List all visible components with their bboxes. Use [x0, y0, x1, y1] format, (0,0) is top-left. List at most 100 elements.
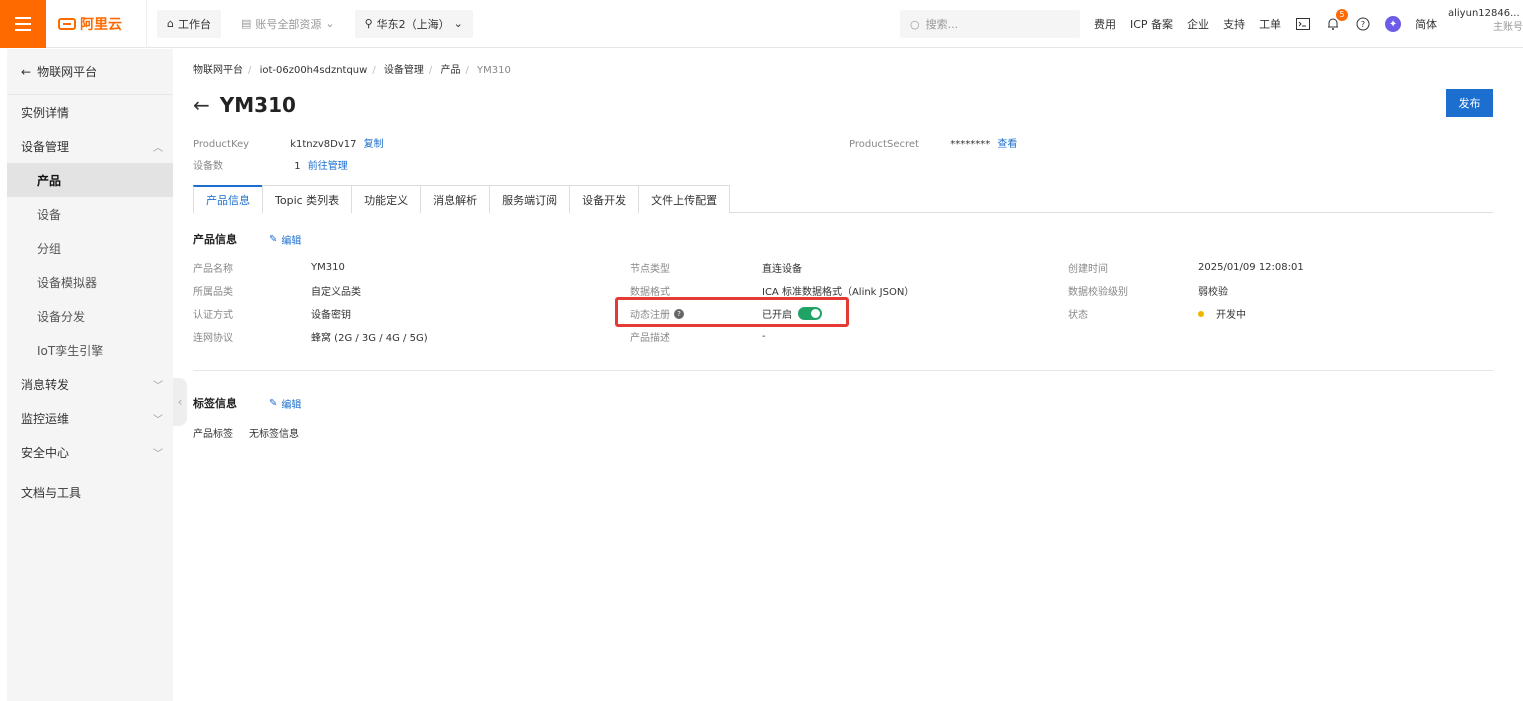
workbench-button[interactable]: ⌂ 工作台: [157, 9, 221, 38]
nav-ticket[interactable]: 工单: [1259, 16, 1281, 32]
field-verify-level: 数据校验级别 弱校验: [1068, 283, 1228, 298]
back-arrow-icon[interactable]: ←: [193, 93, 210, 117]
sidebar-item-product[interactable]: 产品: [7, 163, 173, 197]
sidebar-back-label: 物联网平台: [37, 65, 98, 79]
chevron-down-icon: ﹀: [153, 380, 163, 392]
menu-icon[interactable]: [0, 0, 46, 48]
help-icon[interactable]: ?: [1355, 16, 1371, 32]
nav-fee[interactable]: 费用: [1094, 16, 1116, 32]
sidebar-item-device[interactable]: 设备: [7, 197, 173, 231]
field-label: 状态: [1068, 310, 1088, 321]
search-placeholder: 搜索...: [925, 18, 959, 31]
field-label: 数据格式: [630, 287, 670, 298]
breadcrumb-device-management[interactable]: 设备管理: [384, 65, 424, 76]
sidebar-item-label: 设备管理: [21, 139, 70, 154]
sidebar-item-security-center[interactable]: 安全中心 ﹀: [7, 435, 173, 469]
sidebar-item-label: 监控运维: [21, 411, 70, 426]
device-count-value: 1: [294, 161, 301, 172]
field-value: YM310: [311, 262, 345, 273]
user-menu[interactable]: aliyun12846... 主账号: [1448, 7, 1523, 41]
sidebar-item-monitoring[interactable]: 监控运维 ﹀: [7, 401, 173, 435]
sidebar-item-device-simulator[interactable]: 设备模拟器: [7, 265, 173, 299]
tab-file-upload-config[interactable]: 文件上传配置: [638, 185, 731, 213]
top-right-nav: 费用 ICP 备案 企业 支持 工单 5 ? ✦ 简体: [1094, 0, 1437, 48]
product-info-edit-link[interactable]: ✎ 编辑: [269, 232, 301, 247]
breadcrumb-instance[interactable]: iot-06z00h4sdzntquw: [260, 65, 368, 76]
nav-icp[interactable]: ICP 备案: [1130, 16, 1173, 32]
sidebar-item-iot-twin[interactable]: IoT孪生引擎: [7, 333, 173, 367]
breadcrumb-iot-platform[interactable]: 物联网平台: [193, 65, 243, 76]
chevron-up-icon: ︿: [153, 142, 163, 154]
manage-devices-link[interactable]: 前往管理: [308, 161, 348, 172]
tab-device-development[interactable]: 设备开发: [569, 185, 640, 213]
publish-button[interactable]: 发布: [1446, 89, 1493, 117]
sidebar-item-label: 安全中心: [21, 445, 70, 460]
field-value: 2025/01/09 12:08:01: [1198, 262, 1304, 273]
tab-bar: 产品信息 Topic 类列表 功能定义 消息解析 服务端订阅 设备开发 文件上传…: [193, 185, 1493, 213]
product-secret-value: ********: [950, 139, 991, 150]
search-input[interactable]: ○ 搜索...: [900, 10, 1080, 38]
edit-label: 编辑: [281, 399, 302, 411]
tab-message-parsing[interactable]: 消息解析: [420, 185, 491, 213]
sidebar-item-label: 产品: [37, 173, 62, 188]
field-label: 连网协议: [193, 333, 233, 344]
tag-info-edit-link[interactable]: ✎ 编辑: [269, 396, 301, 411]
sidebar-item-label: 分组: [37, 241, 62, 256]
field-value: 设备密钥: [311, 310, 351, 321]
chevron-down-icon: ﹀: [153, 414, 163, 426]
arrow-left-icon: ←: [21, 64, 32, 79]
sidebar-back-link[interactable]: ← 物联网平台: [7, 49, 173, 95]
field-value: ICA 标准数据格式（Alink JSON）: [762, 287, 915, 298]
account-resources-select[interactable]: ▤ 账号全部资源 ⌄: [231, 10, 345, 38]
home-icon: ⌂: [167, 17, 174, 30]
tag-info-header: 标签信息 ✎ 编辑: [193, 395, 301, 411]
field-created-time: 创建时间 2025/01/09 12:08:01: [1068, 260, 1304, 275]
terminal-icon[interactable]: [1295, 16, 1311, 32]
page-header: ← YM310: [193, 93, 296, 117]
sidebar-item-instance-details[interactable]: 实例详情: [7, 95, 173, 129]
region-label: 华东2（上海）: [376, 17, 450, 31]
field-value: 自定义品类: [311, 287, 361, 298]
sidebar-item-message-forwarding[interactable]: 消息转发 ﹀: [7, 367, 173, 401]
breadcrumb-product[interactable]: 产品: [440, 65, 460, 76]
main-content: 物联网平台 / iot-06z00h4sdzntquw / 设备管理 / 产品 / YM…: [193, 49, 1503, 701]
sidebar-item-docs-tools[interactable]: 文档与工具: [7, 475, 173, 509]
field-value: -: [762, 331, 766, 342]
resource-icon: ▤: [240, 17, 252, 30]
tab-topic-list[interactable]: Topic 类列表: [262, 185, 353, 213]
field-auth-method: 认证方式 设备密钥: [193, 306, 351, 321]
ai-assistant-icon[interactable]: ✦: [1385, 16, 1402, 32]
copy-product-key-link[interactable]: 复制: [364, 139, 384, 150]
nav-support[interactable]: 支持: [1223, 16, 1245, 32]
workbench-label: 工作台: [177, 17, 211, 31]
bell-icon[interactable]: 5: [1325, 9, 1349, 32]
tab-server-subscription[interactable]: 服务端订阅: [489, 185, 571, 213]
field-value: 直连设备: [762, 264, 802, 275]
field-value: 弱校验: [1198, 287, 1228, 298]
tab-function-definition[interactable]: 功能定义: [351, 185, 422, 213]
region-select[interactable]: ⚲ 华东2（上海） ⌄: [354, 9, 473, 38]
brand-logo[interactable]: 阿里云: [46, 14, 146, 34]
account-resources-label: 账号全部资源: [255, 17, 322, 31]
sidebar-item-group[interactable]: 分组: [7, 231, 173, 265]
sidebar-item-device-management[interactable]: 设备管理 ︿: [7, 129, 173, 163]
nav-enterprise[interactable]: 企业: [1187, 16, 1209, 32]
product-secret-row: ProductSecret ******** 查看: [849, 135, 1017, 150]
field-category: 所属品类 自定义品类: [193, 283, 361, 298]
edit-label: 编辑: [281, 235, 302, 247]
chevron-down-icon: ﹀: [153, 448, 163, 460]
tab-product-info[interactable]: 产品信息: [193, 185, 263, 213]
sidebar-item-label: 设备分发: [37, 309, 86, 324]
field-value: 蜂窝 (2G / 3G / 4G / 5G): [311, 333, 428, 344]
annotation-highlight-box: [615, 297, 849, 327]
field-label: 数据校验级别: [1068, 287, 1128, 298]
view-secret-link[interactable]: 查看: [997, 139, 1017, 150]
language-switch[interactable]: 简体: [1415, 16, 1437, 32]
account-type: 主账号: [1493, 22, 1523, 33]
field-value: 开发中: [1216, 310, 1246, 321]
product-info-header: 产品信息 ✎ 编辑: [193, 231, 301, 247]
sidebar-item-device-distribution[interactable]: 设备分发: [7, 299, 173, 333]
field-status: 状态 开发中: [1068, 306, 1246, 321]
sidebar-collapse-handle[interactable]: ‹: [173, 378, 187, 426]
pencil-icon: ✎: [269, 233, 278, 245]
